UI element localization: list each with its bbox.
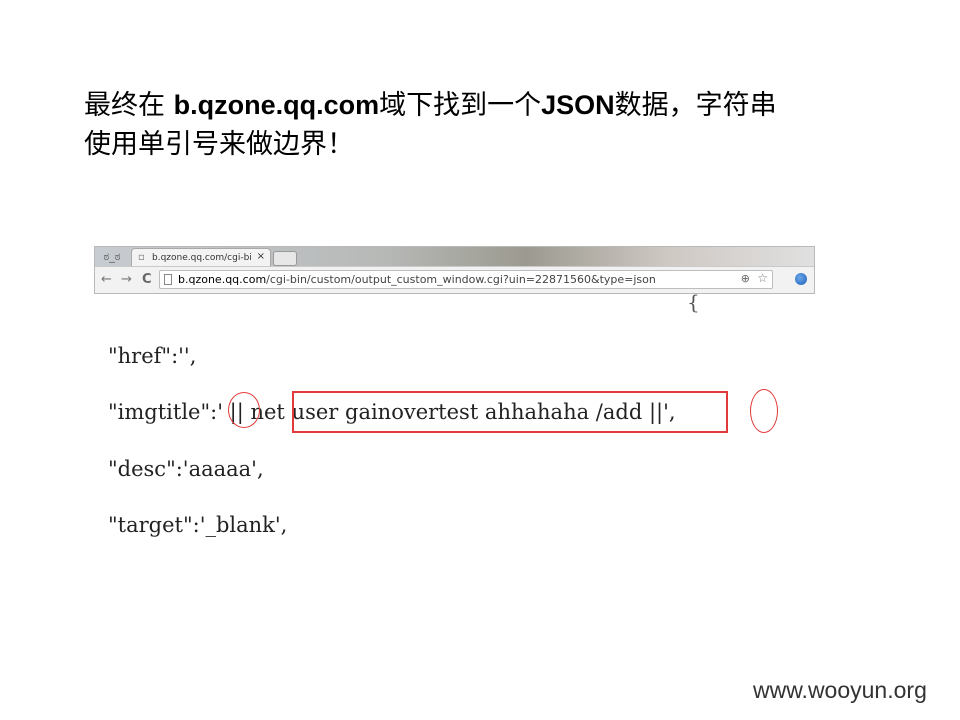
json-line-target: "target":'_blank', bbox=[108, 513, 288, 537]
watermark: www.wooyun.org bbox=[753, 677, 927, 703]
browser-tab[interactable]: ▫ b.qzone.qq.com/cgi-bin × bbox=[131, 248, 271, 266]
bookmark-star-icon[interactable]: ☆ bbox=[757, 271, 768, 285]
browser-toolbar: ← → C b.qzone.qq.com/cgi-bin/custom/outp… bbox=[95, 266, 814, 293]
browser-screenshot: ಠ_ಠ ▫ b.qzone.qq.com/cgi-bin × ← → C b.q… bbox=[94, 246, 815, 294]
json-open-brace: { bbox=[687, 290, 700, 314]
slide-title: 最终在 b.qzone.qq.com域下找到一个JSON数据，字符串 使用单引号… bbox=[84, 86, 884, 164]
zoom-icon[interactable]: ⊕ bbox=[741, 272, 750, 285]
url-text: b.qzone.qq.com/cgi-bin/custom/output_cus… bbox=[178, 272, 656, 288]
quote-highlight-circle-left bbox=[228, 392, 260, 428]
json-line-desc: "desc":'aaaaa', bbox=[108, 457, 264, 481]
title-json: JSON bbox=[541, 90, 615, 120]
title-line-1: 最终在 b.qzone.qq.com域下找到一个JSON数据，字符串 bbox=[84, 86, 884, 125]
new-tab-button[interactable] bbox=[273, 251, 297, 266]
close-icon[interactable]: × bbox=[257, 251, 265, 262]
quote-highlight-circle-right bbox=[750, 389, 778, 433]
title-line-2: 使用单引号来做边界！ bbox=[84, 129, 354, 160]
url-host: b.qzone.qq.com bbox=[178, 273, 267, 286]
forward-icon[interactable]: → bbox=[121, 271, 132, 289]
tab-title: b.qzone.qq.com/cgi-bin bbox=[152, 253, 252, 263]
reload-icon[interactable]: C bbox=[142, 271, 152, 289]
chrome-menu-globe-icon[interactable] bbox=[795, 273, 807, 285]
page-icon: ▫ bbox=[138, 252, 145, 263]
address-bar[interactable]: b.qzone.qq.com/cgi-bin/custom/output_cus… bbox=[159, 270, 773, 289]
page-icon bbox=[164, 274, 172, 285]
back-icon[interactable]: ← bbox=[101, 271, 112, 289]
spy-incognito-icon: ಠ_ಠ bbox=[103, 250, 121, 263]
command-highlight-box bbox=[292, 391, 728, 433]
json-line-href: "href":'', bbox=[108, 344, 197, 368]
title-text-a: 最终在 bbox=[84, 90, 174, 121]
tab-strip: ಠ_ಠ ▫ b.qzone.qq.com/cgi-bin × bbox=[95, 247, 814, 266]
title-text-b: 域下找到一个 bbox=[379, 90, 542, 121]
title-text-c: 数据，字符串 bbox=[614, 90, 777, 121]
url-path: /cgi-bin/custom/output_custom_window.cgi… bbox=[266, 273, 656, 286]
title-domain: b.qzone.qq.com bbox=[173, 90, 380, 120]
